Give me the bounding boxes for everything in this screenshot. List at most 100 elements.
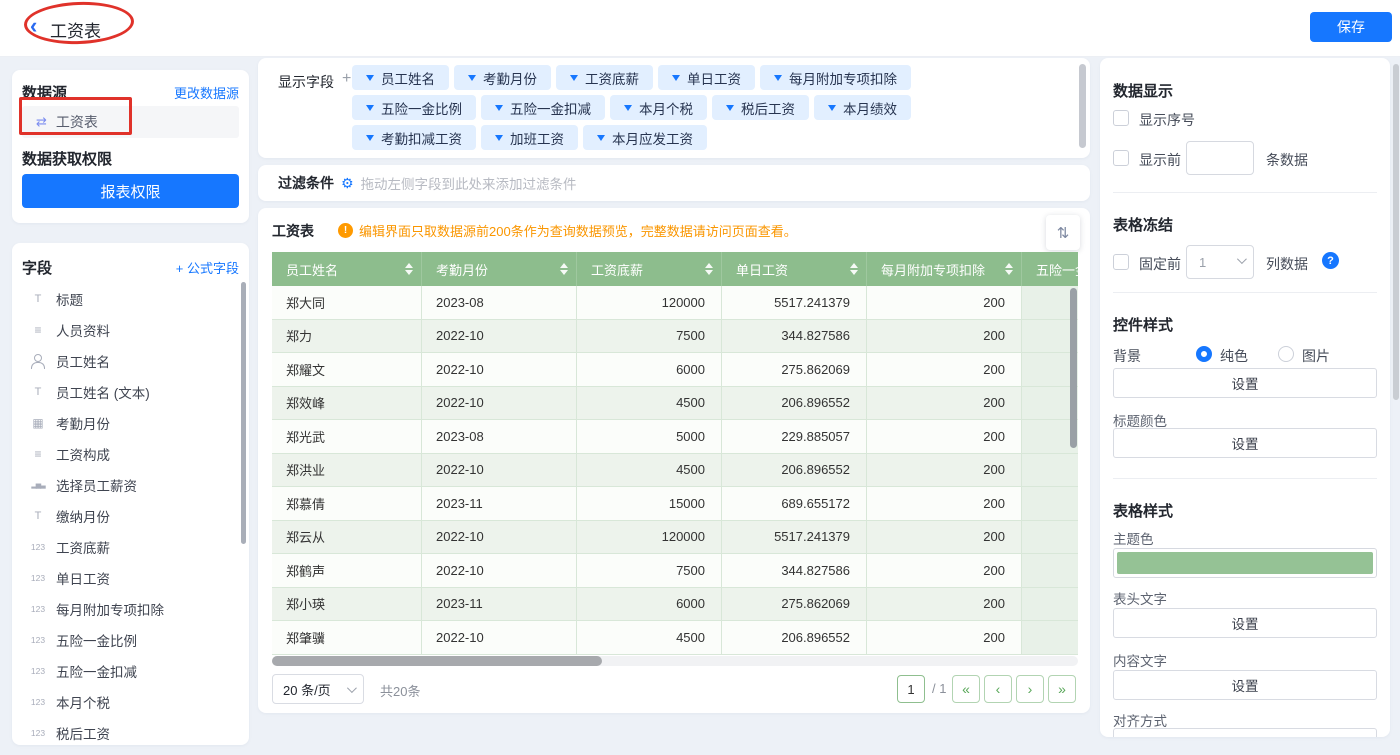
display-field-chip[interactable]: 本月个税	[610, 95, 707, 120]
table-horizontal-scrollbar[interactable]	[272, 656, 602, 666]
display-field-chip[interactable]: 考勤扣减工资	[352, 125, 476, 150]
display-field-chip[interactable]: 单日工资	[658, 65, 755, 90]
table-cell: 275.862069	[722, 588, 867, 622]
theme-color-swatch	[1117, 552, 1373, 574]
change-datasource-link[interactable]: 更改数据源	[174, 83, 239, 102]
column-header[interactable]: 考勤月份	[422, 252, 577, 286]
table-row[interactable]: 郑洪业2022-104500206.896552200	[272, 454, 1078, 488]
save-button[interactable]: 保存	[1310, 12, 1392, 42]
field-item[interactable]: 123税后工资	[12, 717, 249, 745]
chip-label: 加班工资	[510, 128, 564, 148]
table-cell: 206.896552	[722, 387, 867, 421]
fields-card: 字段 + 公式字段 T标题≡人员资料员工姓名T员工姓名 (文本)▦考勤月份≡工资…	[12, 243, 249, 745]
content-text-label: 内容文字	[1113, 650, 1167, 670]
display-field-chip[interactable]: 每月附加专项扣除	[760, 65, 911, 90]
table-row[interactable]: 郑小瑛2023-116000275.862069200	[272, 588, 1078, 622]
display-field-chip[interactable]: 本月应发工资	[583, 125, 707, 150]
field-item[interactable]: ▦考勤月份	[12, 407, 249, 438]
table-row[interactable]: 郑大同2023-081200005517.241379200	[272, 286, 1078, 320]
column-label: 五险一金	[1036, 260, 1078, 279]
table-vertical-scrollbar[interactable]	[1070, 288, 1077, 448]
title-color-set-button[interactable]: 设置	[1113, 428, 1377, 458]
align-set-button[interactable]: 设置	[1113, 728, 1377, 737]
page-size-select[interactable]: 20 条/页	[272, 674, 364, 704]
chip-label: 员工姓名	[381, 68, 435, 88]
table-row[interactable]: 郑耀文2022-106000275.862069200	[272, 353, 1078, 387]
field-item[interactable]: 123五险一金扣减	[12, 655, 249, 686]
display-field-chip[interactable]: 工资底薪	[556, 65, 653, 90]
sort-icon[interactable]	[399, 263, 413, 275]
table-row[interactable]: 郑力2022-107500344.827586200	[272, 320, 1078, 354]
field-item[interactable]: T缴纳月份	[12, 500, 249, 531]
text-icon: T	[28, 386, 48, 398]
display-field-chip[interactable]: 考勤月份	[454, 65, 551, 90]
field-item[interactable]: 123单日工资	[12, 562, 249, 593]
pagination: 20 条/页 共20条 1 / 1 «‹›»	[258, 674, 1090, 704]
field-item[interactable]: 123每月附加专项扣除	[12, 593, 249, 624]
chips-scrollbar[interactable]	[1079, 64, 1086, 148]
display-field-chip[interactable]: 员工姓名	[352, 65, 449, 90]
field-item[interactable]: 123五险一金比例	[12, 624, 249, 655]
table-row[interactable]: 郑慕倩2023-1115000689.655172200	[272, 487, 1078, 521]
page-scrollbar[interactable]	[1393, 64, 1399, 400]
field-item[interactable]: 123本月个税	[12, 686, 249, 717]
freeze-checkbox[interactable]	[1113, 254, 1129, 270]
table-row[interactable]: 郑鹤声2022-107500344.827586200	[272, 554, 1078, 588]
sort-icon[interactable]	[554, 263, 568, 275]
show-index-checkbox[interactable]	[1113, 110, 1129, 126]
table-row[interactable]: 郑效峰2022-104500206.896552200	[272, 387, 1078, 421]
column-header[interactable]: 单日工资	[722, 252, 867, 286]
add-formula-field-link[interactable]: + 公式字段	[176, 258, 239, 277]
background-set-button[interactable]: 设置	[1113, 368, 1377, 398]
column-header[interactable]: 员工姓名	[272, 252, 422, 286]
table-cell: 2023-08	[422, 420, 577, 454]
sort-icon[interactable]	[999, 263, 1013, 275]
first-page-icon[interactable]: «	[952, 675, 980, 703]
theme-color-picker[interactable]	[1113, 548, 1377, 578]
sort-icon[interactable]	[699, 263, 713, 275]
column-header[interactable]: 工资底薪	[577, 252, 722, 286]
table-row[interactable]: 郑肇骥2022-104500206.896552200	[272, 621, 1078, 655]
page-number-input[interactable]: 1	[897, 675, 925, 703]
help-icon[interactable]	[1322, 252, 1339, 269]
display-field-chip[interactable]: 本月绩效	[814, 95, 911, 120]
field-item[interactable]: ▂▅▃选择员工薪资	[12, 469, 249, 500]
table-row[interactable]: 郑云从2022-101200005517.241379200	[272, 521, 1078, 555]
sort-icon[interactable]	[844, 263, 858, 275]
show-first-checkbox[interactable]	[1113, 150, 1129, 166]
field-item[interactable]: ≡工资构成	[12, 438, 249, 469]
table-cell: 200	[867, 420, 1022, 454]
field-item[interactable]: T标题	[12, 283, 249, 314]
freeze-count-select[interactable]: 1	[1186, 245, 1254, 279]
filter-drop-hint: 拖动左侧字段到此处来添加过滤条件	[361, 173, 577, 193]
field-item[interactable]: ≡人员资料	[12, 314, 249, 345]
report-permission-button[interactable]: 报表权限	[22, 174, 239, 208]
column-label: 单日工资	[736, 260, 788, 279]
content-text-set-button[interactable]: 设置	[1113, 670, 1377, 700]
field-label: 员工姓名 (文本)	[56, 382, 150, 402]
display-field-chip[interactable]: 五险一金比例	[352, 95, 476, 120]
image-radio[interactable]	[1278, 346, 1294, 362]
solid-color-radio[interactable]	[1196, 346, 1212, 362]
fields-scrollbar[interactable]	[241, 282, 246, 544]
table-cell: 2022-10	[422, 320, 577, 354]
display-field-chip[interactable]: 税后工资	[712, 95, 809, 120]
table-row[interactable]: 郑光武2023-085000229.885057200	[272, 420, 1078, 454]
field-item[interactable]: 123工资底薪	[12, 531, 249, 562]
field-item[interactable]: T 员工姓名 (文本)	[12, 376, 249, 407]
next-page-icon[interactable]: ›	[1016, 675, 1044, 703]
show-first-input[interactable]	[1186, 141, 1254, 175]
field-label: 本月个税	[56, 692, 110, 712]
column-header[interactable]: 每月附加专项扣除	[867, 252, 1022, 286]
sort-toggle-button[interactable]	[1046, 215, 1080, 250]
add-display-field-button[interactable]: +	[342, 70, 351, 88]
table-cell	[1022, 554, 1078, 588]
header-text-set-button[interactable]: 设置	[1113, 608, 1377, 638]
column-header[interactable]: 五险一金	[1022, 252, 1078, 286]
last-page-icon[interactable]: »	[1048, 675, 1076, 703]
display-field-chip[interactable]: 加班工资	[481, 125, 578, 150]
gear-icon[interactable]	[341, 175, 354, 192]
prev-page-icon[interactable]: ‹	[984, 675, 1012, 703]
display-field-chip[interactable]: 五险一金扣减	[481, 95, 605, 120]
field-item[interactable]: 员工姓名	[12, 345, 249, 376]
